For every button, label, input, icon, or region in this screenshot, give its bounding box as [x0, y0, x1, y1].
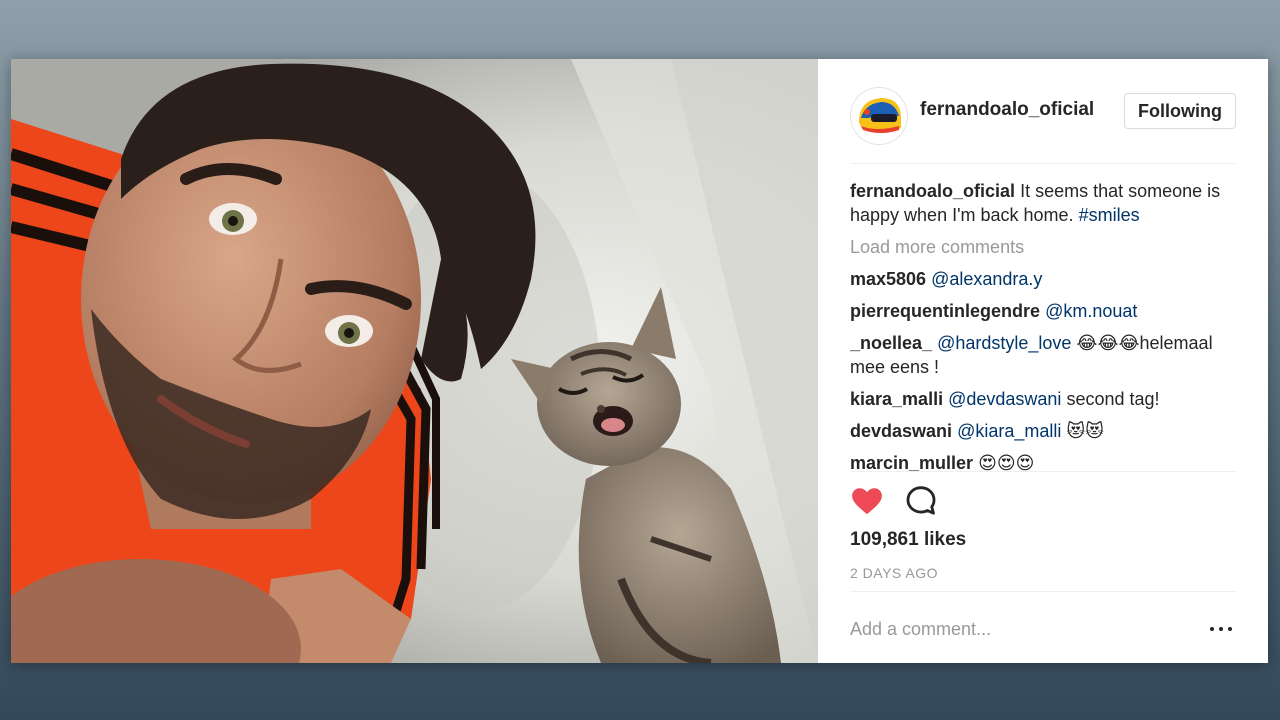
comments-list: fernandoalo_oficial It seems that someon… — [850, 179, 1236, 471]
comment-mention[interactable]: @devdaswani — [948, 389, 1061, 409]
comment-text: 😻😻 — [1066, 421, 1104, 441]
caption-username[interactable]: fernandoalo_oficial — [850, 181, 1015, 201]
header-username[interactable]: fernandoalo_oficial — [920, 99, 1094, 121]
divider — [850, 591, 1236, 592]
post-timestamp: 2 DAYS AGO — [850, 565, 938, 581]
more-options-icon[interactable] — [1210, 622, 1236, 636]
caption-hashtag[interactable]: #smiles — [1079, 205, 1140, 225]
avatar[interactable] — [850, 87, 908, 145]
post-header: fernandoalo_oficial Following — [850, 83, 1236, 164]
heart-filled-icon[interactable] — [850, 484, 886, 520]
add-comment-input[interactable]: Add a comment... — [850, 619, 991, 640]
helmet-avatar-icon — [851, 88, 907, 144]
comment-username[interactable]: _noellea_ — [850, 333, 932, 353]
comment-text: second tag! — [1066, 389, 1160, 409]
comment-username[interactable]: pierrequentinlegendre — [850, 301, 1040, 321]
post-caption: fernandoalo_oficial It seems that someon… — [850, 179, 1236, 227]
list-item: kiara_malli @devdaswani second tag! — [850, 387, 1236, 411]
list-item: devdaswani @kiara_malli 😻😻 — [850, 419, 1236, 443]
post-side-panel: fernandoalo_oficial Following fernandoal… — [818, 59, 1268, 663]
list-item: pierrequentinlegendre @km.nouat — [850, 299, 1236, 323]
comment-username[interactable]: max5806 — [850, 269, 926, 289]
following-button[interactable]: Following — [1124, 93, 1236, 129]
comment-mention[interactable]: @km.nouat — [1045, 301, 1137, 321]
instagram-post-card: fernandoalo_oficial Following fernandoal… — [11, 59, 1268, 663]
comment-mention[interactable]: @alexandra.y — [931, 269, 1042, 289]
comment-username[interactable]: kiara_malli — [850, 389, 943, 409]
post-photo[interactable] — [11, 59, 818, 663]
comment-mention[interactable]: @hardstyle_love — [937, 333, 1071, 353]
list-item: _noellea_ @hardstyle_love 😂😂😂helemaal me… — [850, 331, 1236, 379]
comment-mention[interactable]: @kiara_malli — [957, 421, 1061, 441]
comment-username[interactable]: marcin_muller — [850, 453, 973, 471]
comment-username[interactable]: devdaswani — [850, 421, 952, 441]
action-bar — [850, 484, 1236, 520]
divider — [850, 471, 1236, 472]
list-item: max5806 @alexandra.y — [850, 267, 1236, 291]
selfie-with-kitten-image — [11, 59, 818, 663]
likes-count[interactable]: 109,861 likes — [850, 529, 966, 551]
speech-bubble-icon[interactable] — [904, 484, 940, 520]
comment-text: 😍😍😍 — [978, 453, 1035, 471]
list-item: marcin_muller 😍😍😍 — [850, 451, 1236, 471]
load-more-comments-link[interactable]: Load more comments — [850, 235, 1236, 259]
